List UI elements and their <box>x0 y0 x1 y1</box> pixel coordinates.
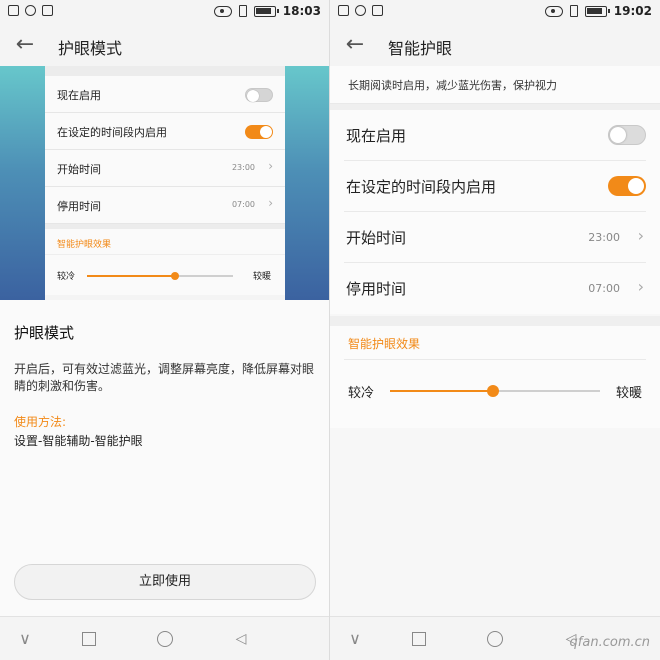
chevron-down-icon[interactable]: ∨ <box>14 628 36 650</box>
row-label: 停用时间 <box>346 280 407 298</box>
vibrate-icon <box>569 5 578 17</box>
battery-icon <box>584 5 610 17</box>
status-time: 18:03 <box>282 4 321 18</box>
title-bar: ← 护眼模式 <box>0 24 329 66</box>
usage-title: 使用方法: <box>14 415 67 429</box>
back-button[interactable]: ← <box>12 32 38 58</box>
right-screen: 19:02 ← 智能护眼 长期阅读时启用，减少蓝光伤害，保护视力 现在启用 在设… <box>330 0 660 660</box>
preview-toggle-on <box>245 125 273 139</box>
effect-section: 智能护眼效果 较冷 较暖 <box>330 326 660 428</box>
row-label: 现在启用 <box>346 127 407 145</box>
preview-row-label: 停用时间 <box>57 200 101 213</box>
eye-comfort-icon <box>544 5 563 17</box>
back-button[interactable]: ← <box>342 32 368 58</box>
navigation-bar: ∨ ◁ <box>0 616 329 660</box>
watermark: qfan.com.cn <box>569 635 650 650</box>
row-label: 开始时间 <box>346 229 407 247</box>
status-bar: 18:03 <box>0 0 329 24</box>
home-circle-icon[interactable] <box>484 628 506 650</box>
left-screen: 18:03 ← 护眼模式 现在启用 在设定的时间段内启用 开始时间 23:00 … <box>0 0 330 660</box>
row-end-time[interactable]: 停用时间 07:00 › <box>344 263 646 314</box>
recents-square-icon[interactable] <box>78 628 100 650</box>
vibrate-icon <box>238 5 247 17</box>
row-value: 07:00 <box>588 282 620 295</box>
app-notification-icon <box>42 5 53 16</box>
description-body: 开启后，可有效过滤蓝光，调整屏幕亮度，降低屏幕对眼睛的刺激和伤害。 <box>14 362 315 393</box>
toggle-scheduled[interactable] <box>608 176 646 196</box>
preview-row-label: 开始时间 <box>57 163 101 176</box>
info-text: 长期阅读时启用，减少蓝光伤害，保护视力 <box>330 66 660 104</box>
status-bar: 19:02 <box>330 0 660 24</box>
row-start-time[interactable]: 开始时间 23:00 › <box>344 212 646 263</box>
preview-row-scheduled: 在设定的时间段内启用 <box>45 113 285 150</box>
usage-path: 设置-智能辅助-智能护眼 <box>14 434 143 448</box>
preview-row-label: 在设定的时间段内启用 <box>57 126 167 139</box>
arrow-left-icon: ← <box>15 32 35 57</box>
use-now-button[interactable]: 立即使用 <box>14 564 316 600</box>
description-heading: 护眼模式 <box>14 324 75 342</box>
shield-notification-icon <box>25 5 36 16</box>
description-area: 护眼模式 开启后，可有效过滤蓝光，调整屏幕亮度，降低屏幕对眼睛的刺激和伤害。 使… <box>0 300 329 616</box>
shield-notification-icon <box>355 5 366 16</box>
page-title: 智能护眼 <box>388 39 453 58</box>
chevron-right-icon: › <box>268 159 273 173</box>
slider-track[interactable] <box>390 385 600 397</box>
preview-row-enable-now: 现在启用 <box>45 76 285 113</box>
slider-left-label: 较冷 <box>57 272 76 282</box>
settings-list: 现在启用 在设定的时间段内启用 开始时间 23:00 › 停用时间 07:00 … <box>330 110 660 314</box>
slider-left-label: 较冷 <box>348 386 375 401</box>
preview-slider-track <box>87 272 233 280</box>
preview-row-value: 07:00 <box>231 200 255 209</box>
home-circle-icon[interactable] <box>154 628 176 650</box>
preview-effect-title: 智能护眼效果 <box>45 229 285 255</box>
preview-toggle-off <box>245 88 273 102</box>
app-notification-icon <box>372 5 383 16</box>
eye-comfort-icon <box>213 5 232 17</box>
chevron-down-icon[interactable]: ∨ <box>344 628 366 650</box>
image-notification-icon <box>8 5 19 16</box>
preview-slider-thumb <box>170 272 179 280</box>
toggle-enable-now[interactable] <box>608 125 646 145</box>
preview-slider: 较冷 较暖 <box>45 255 285 295</box>
chevron-right-icon: › <box>268 196 273 210</box>
recents-square-icon[interactable] <box>408 628 430 650</box>
effect-title: 智能护眼效果 <box>344 326 646 360</box>
slider-thumb[interactable] <box>486 385 499 397</box>
preview-row-start-time: 开始时间 23:00 › <box>45 150 285 187</box>
chevron-right-icon: › <box>637 277 644 296</box>
preview-row-value: 23:00 <box>231 163 255 172</box>
slider-right-label: 较暖 <box>252 272 271 282</box>
slider-right-label: 较暖 <box>615 386 642 401</box>
preview-settings-card: 现在启用 在设定的时间段内启用 开始时间 23:00 › 停用时间 07:00 … <box>45 66 285 300</box>
battery-icon <box>253 5 279 17</box>
row-enable-now[interactable]: 现在启用 <box>344 110 646 161</box>
preview-row-end-time: 停用时间 07:00 › <box>45 187 285 224</box>
chevron-right-icon: › <box>637 226 644 245</box>
status-time: 19:02 <box>613 4 652 18</box>
row-label: 在设定的时间段内启用 <box>346 178 497 196</box>
image-notification-icon <box>338 5 349 16</box>
row-value: 23:00 <box>588 231 620 244</box>
title-bar: ← 智能护眼 <box>330 24 660 66</box>
preview-image: 现在启用 在设定的时间段内启用 开始时间 23:00 › 停用时间 07:00 … <box>0 66 329 300</box>
back-triangle-icon[interactable]: ◁ <box>230 628 252 650</box>
row-scheduled[interactable]: 在设定的时间段内启用 <box>344 161 646 212</box>
preview-row-label: 现在启用 <box>57 89 101 102</box>
page-title: 护眼模式 <box>58 39 123 58</box>
color-temperature-slider[interactable]: 较冷 较暖 <box>330 360 660 422</box>
arrow-left-icon: ← <box>345 32 365 57</box>
